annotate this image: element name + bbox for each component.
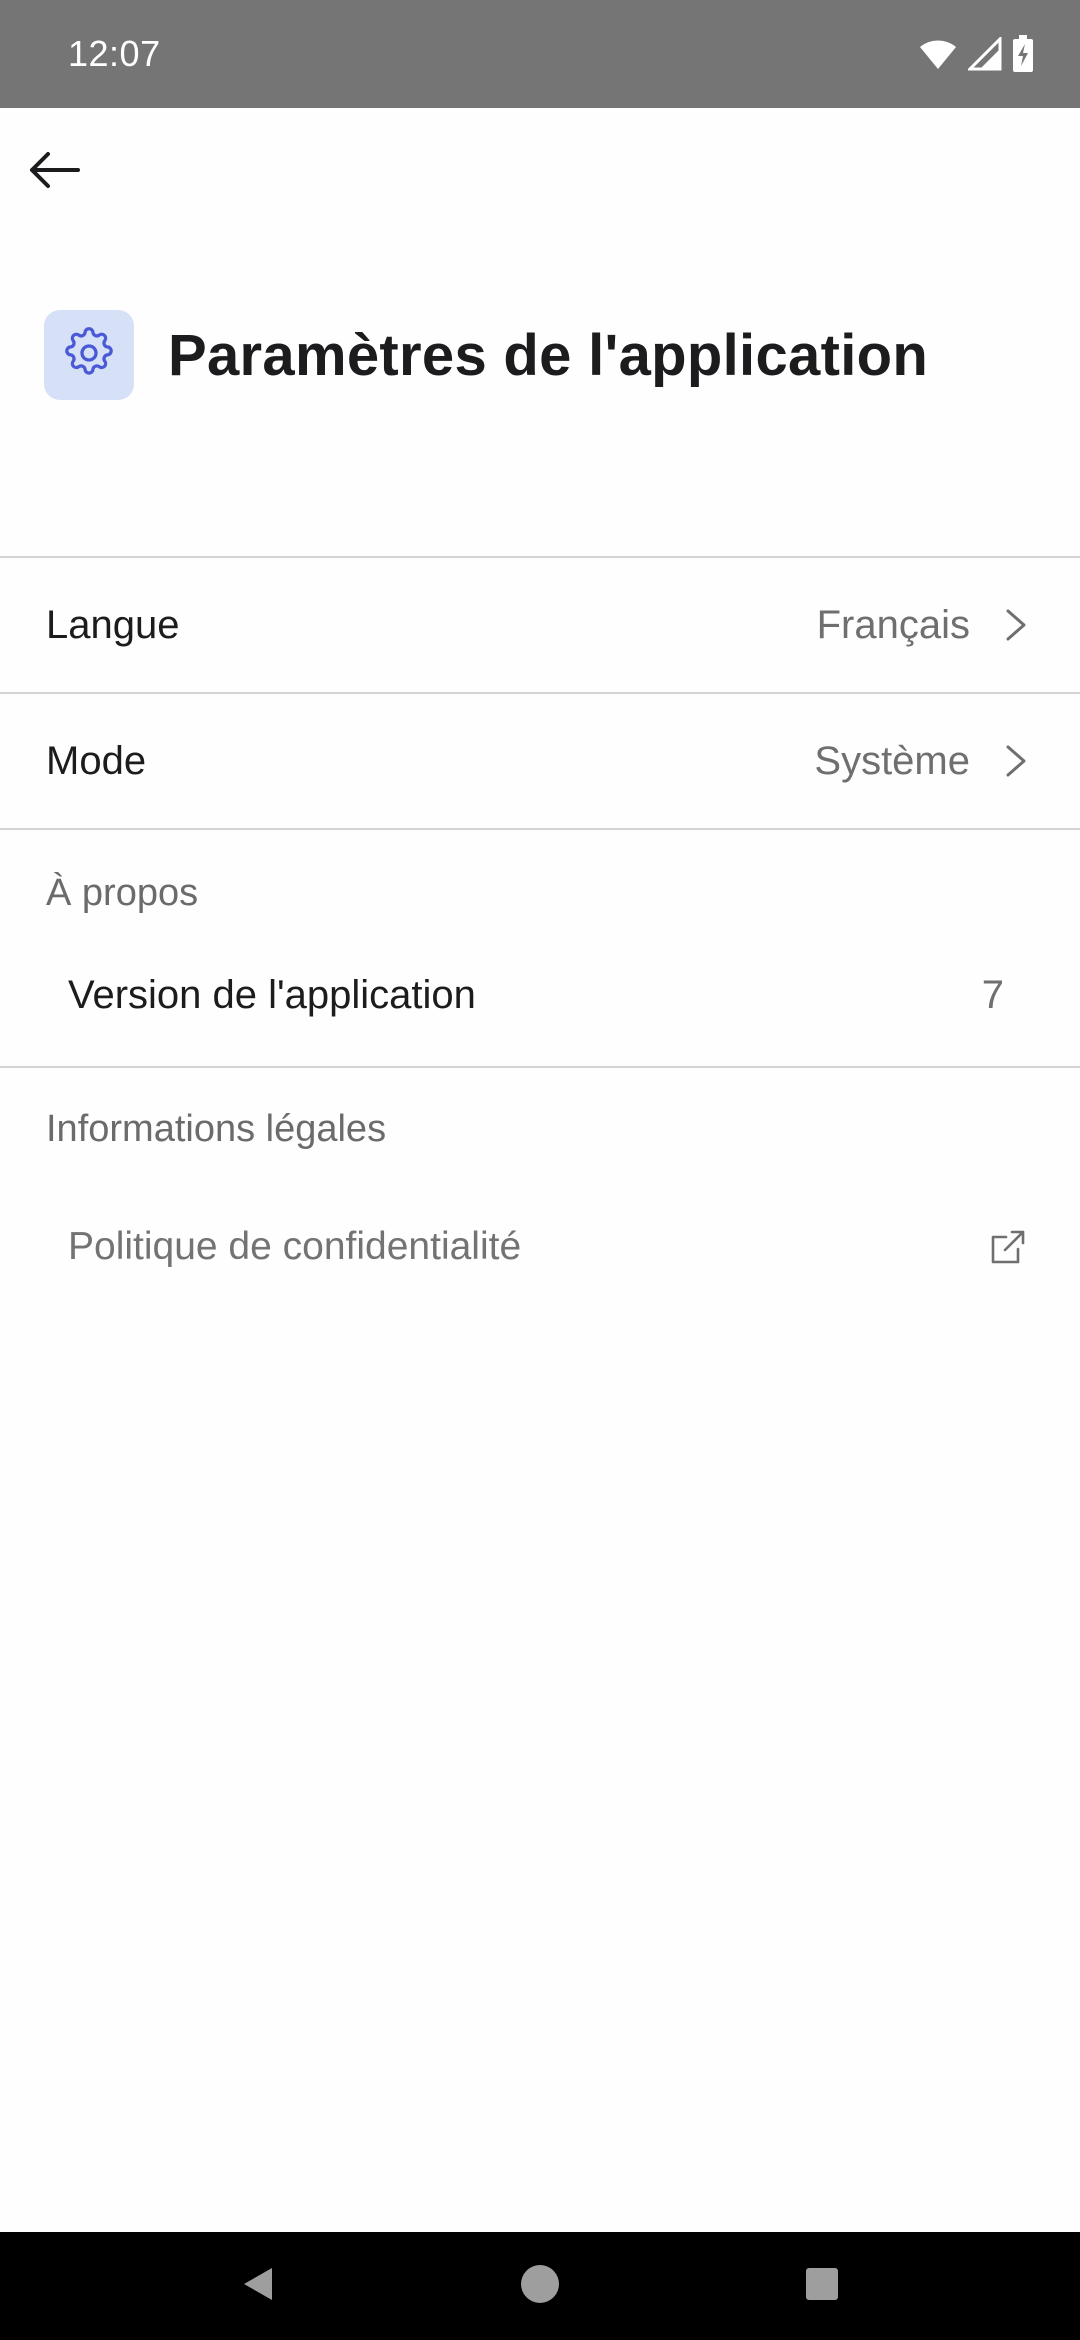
chevron-right-icon — [1004, 605, 1034, 645]
circle-home-icon — [519, 2263, 561, 2310]
section-title-about: À propos — [46, 872, 199, 914]
top-app-bar — [0, 108, 1080, 232]
setting-label-mode: Mode — [46, 738, 147, 783]
privacy-policy-label: Politique de confidentialité — [68, 1225, 522, 1268]
arrow-left-icon — [28, 150, 80, 195]
status-time: 12:07 — [68, 33, 161, 74]
external-link-icon — [988, 1227, 1028, 1267]
setting-row-mode[interactable]: Mode Système — [0, 694, 1080, 828]
system-navigation-bar — [0, 2232, 1080, 2340]
nav-back-button[interactable] — [228, 2256, 288, 2316]
battery-charging-icon — [1012, 35, 1034, 73]
square-recents-icon — [804, 2266, 840, 2307]
nav-home-button[interactable] — [510, 2256, 570, 2316]
status-icons — [918, 35, 1034, 73]
app-version-row: Version de l'application 7 — [0, 950, 1080, 1040]
setting-value-language: Français — [816, 602, 970, 647]
app-settings-screen: 12:07 Paramètres de l'application Langue… — [0, 0, 1080, 2340]
setting-row-language[interactable]: Langue Français — [0, 558, 1080, 692]
signal-icon — [968, 37, 1002, 71]
chevron-right-icon — [1004, 741, 1034, 781]
nav-recents-button[interactable] — [792, 2256, 852, 2316]
privacy-policy-link[interactable]: Politique de confidentialité — [0, 1202, 1080, 1292]
setting-value-mode: Système — [814, 738, 970, 783]
section-title-legal: Informations légales — [46, 1108, 387, 1150]
app-version-value: 7 — [981, 972, 1004, 1017]
gear-icon — [61, 325, 117, 386]
triangle-back-icon — [238, 2264, 278, 2309]
divider — [0, 1066, 1080, 1068]
header-icon-container — [44, 310, 134, 400]
back-button[interactable] — [14, 132, 94, 212]
divider — [0, 828, 1080, 830]
page-header: Paramètres de l'application — [44, 310, 928, 400]
setting-label-language: Langue — [46, 602, 180, 647]
page-title: Paramètres de l'application — [168, 322, 929, 388]
app-version-label: Version de l'application — [68, 972, 476, 1017]
wifi-icon — [918, 37, 958, 71]
status-bar: 12:07 — [0, 0, 1080, 108]
